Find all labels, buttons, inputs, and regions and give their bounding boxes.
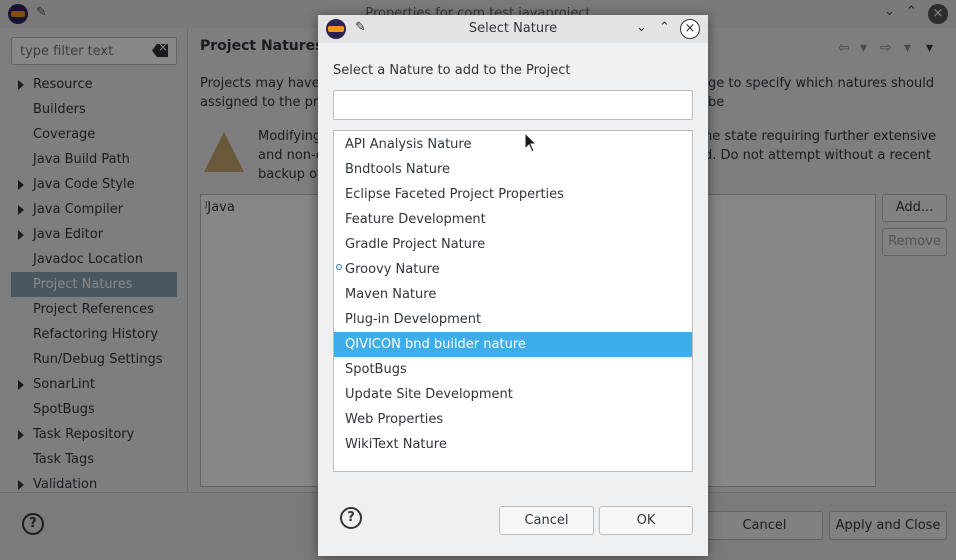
nature-label: Maven Nature [345, 287, 437, 302]
dialog-prompt: Select a Nature to add to the Project [333, 63, 571, 78]
nature-label: Gradle Project Nature [345, 237, 486, 252]
nature-label: Eclipse Faceted Project Properties [345, 187, 564, 202]
nature-list-item[interactable]: Eclipse Faceted Project Properties [334, 182, 692, 207]
nature-label: Update Site Development [345, 387, 513, 402]
nature-list-item[interactable]: API Analysis Nature [334, 132, 692, 157]
nature-label: QIVICON bnd builder nature [345, 337, 526, 352]
nature-label: Plug-in Development [345, 312, 482, 327]
nature-label: Bndtools Nature [345, 162, 451, 177]
plugin-overlay-icon [336, 264, 342, 270]
nature-search-input[interactable] [334, 91, 692, 119]
nature-list-item[interactable]: Plug-in Development [334, 307, 692, 332]
nature-list-item[interactable]: Maven Nature [334, 282, 692, 307]
ok-button[interactable]: OK [599, 506, 693, 535]
minimize-icon[interactable]: ⌄ [636, 20, 647, 35]
nature-list-item[interactable]: SpotBugs [334, 357, 692, 382]
nature-list-item[interactable]: Gradle Project Nature [334, 232, 692, 257]
select-nature-dialog: ✎ Select Nature ⌄ ⌃ × Select a Nature to… [318, 15, 708, 556]
nature-list-item[interactable]: WikiText Nature [334, 432, 692, 457]
nature-label: Web Properties [345, 412, 444, 427]
nature-label: Feature Development [345, 212, 486, 227]
nature-label: WikiText Nature [345, 437, 447, 452]
nature-list-item[interactable]: Groovy Nature [334, 257, 692, 282]
nature-list[interactable]: API Analysis Nature Bndtools Nature Eclips… [333, 130, 693, 472]
dialog-title: Select Nature [468, 21, 558, 36]
help-icon[interactable]: ? [340, 507, 362, 529]
nature-label: Groovy Nature [345, 262, 440, 277]
maximize-icon[interactable]: ⌃ [659, 20, 670, 35]
dialog-titlebar: ✎ Select Nature ⌄ ⌃ × [318, 15, 708, 43]
dialog-close-icon[interactable]: × [680, 19, 700, 39]
nature-search-field[interactable] [333, 90, 693, 120]
mouse-cursor-icon [524, 132, 538, 153]
nature-label: API Analysis Nature [345, 137, 472, 152]
cancel-button[interactable]: Cancel [499, 506, 594, 535]
nature-list-item[interactable]: Update Site Development [334, 382, 692, 407]
nature-list-item[interactable]: Bndtools Nature [334, 157, 692, 182]
nature-list-item[interactable]: Web Properties [334, 407, 692, 432]
nature-list-item[interactable]: Feature Development [334, 207, 692, 232]
nature-list-item[interactable]: QIVICON bnd builder nature [334, 332, 692, 357]
nature-label: SpotBugs [345, 362, 407, 377]
